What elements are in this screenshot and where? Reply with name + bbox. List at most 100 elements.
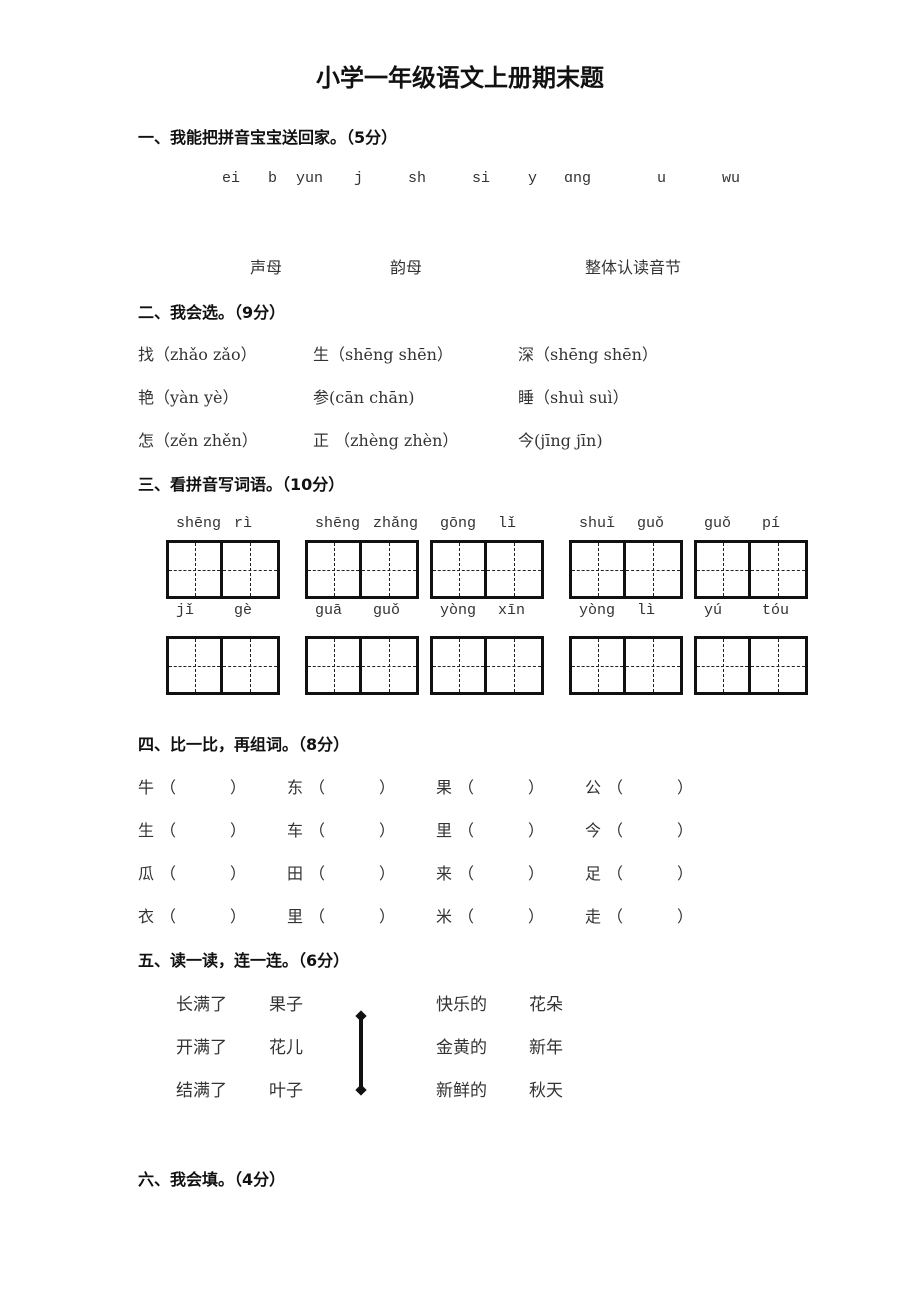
answer-blank[interactable] [478, 860, 528, 880]
open-paren: （ [607, 821, 624, 840]
writing-cell[interactable] [223, 639, 277, 692]
grid-pinyin-first: yòng [440, 602, 477, 619]
pinyin-item: y [528, 170, 538, 187]
word-char: 衣 [138, 907, 155, 926]
writing-cell[interactable] [169, 543, 223, 596]
writing-cell[interactable] [751, 639, 805, 692]
connector-dot-top [355, 1010, 367, 1022]
answer-blank[interactable] [180, 817, 230, 837]
answer-blank[interactable] [478, 774, 528, 794]
category-initials: 声母 [250, 258, 283, 277]
answer-blank[interactable] [627, 817, 677, 837]
choice-item: 睡（shuì suì） [518, 388, 629, 407]
writing-cell[interactable] [362, 639, 416, 692]
writing-cell[interactable] [487, 639, 541, 692]
grid-pinyin-second: guǒ [637, 515, 665, 532]
section-6-heading: 六、我会填。（4分） [138, 1170, 286, 1189]
close-paren: ） [677, 907, 694, 926]
answer-blank[interactable] [329, 774, 379, 794]
writing-grid[interactable] [166, 636, 280, 695]
answer-blank[interactable] [478, 817, 528, 837]
choice-item: 找（zhǎo zǎo） [138, 345, 257, 364]
page-title: 小学一年级语文上册期末题 [316, 64, 604, 92]
section-2-heading: 二、我会选。（9分） [138, 303, 286, 322]
writing-cell[interactable] [308, 639, 362, 692]
guide-line-horizontal [223, 665, 277, 667]
writing-grid[interactable] [430, 636, 544, 695]
writing-cell[interactable] [697, 543, 751, 596]
answer-blank[interactable] [180, 774, 230, 794]
close-paren: ） [230, 907, 247, 926]
guide-line-horizontal [626, 569, 680, 571]
grid-pinyin-second: tóu [762, 602, 790, 619]
open-paren: （ [309, 864, 326, 883]
open-paren: （ [458, 907, 475, 926]
close-paren: ） [379, 778, 396, 797]
writing-grid[interactable] [166, 540, 280, 599]
writing-cell[interactable] [572, 543, 626, 596]
match-right-adj: 快乐的 [436, 995, 487, 1015]
writing-grid[interactable] [305, 636, 419, 695]
section-1-heading: 一、我能把拼音宝宝送回家。（5分） [138, 128, 398, 147]
writing-cell[interactable] [433, 639, 487, 692]
writing-cell[interactable] [223, 543, 277, 596]
guide-line-horizontal [362, 569, 416, 571]
open-paren: （ [607, 778, 624, 797]
choice-item: 深（shēng shēn） [518, 345, 658, 364]
pinyin-item: j [354, 170, 364, 187]
answer-blank[interactable] [478, 903, 528, 923]
writing-cell[interactable] [362, 543, 416, 596]
close-paren: ） [677, 821, 694, 840]
answer-blank[interactable] [329, 860, 379, 880]
answer-blank[interactable] [627, 860, 677, 880]
open-paren: （ [160, 907, 177, 926]
writing-grid[interactable] [569, 636, 683, 695]
answer-blank[interactable] [329, 903, 379, 923]
close-paren: ） [230, 821, 247, 840]
writing-cell[interactable] [308, 543, 362, 596]
writing-cell[interactable] [169, 639, 223, 692]
word-char: 公 [585, 778, 602, 797]
word-char: 牛 [138, 778, 155, 797]
answer-blank[interactable] [627, 774, 677, 794]
answer-blank[interactable] [329, 817, 379, 837]
writing-cell[interactable] [626, 639, 680, 692]
category-whole-syllables: 整体认读音节 [585, 258, 682, 277]
answer-blank[interactable] [180, 860, 230, 880]
writing-grid[interactable] [430, 540, 544, 599]
close-paren: ） [677, 864, 694, 883]
match-left-verb: 长满了 [176, 995, 227, 1015]
writing-grid[interactable] [694, 540, 808, 599]
pinyin-item: sh [408, 170, 427, 187]
answer-blank[interactable] [180, 903, 230, 923]
open-paren: （ [160, 778, 177, 797]
writing-cell[interactable] [433, 543, 487, 596]
guide-line-horizontal [487, 665, 541, 667]
answer-blank[interactable] [627, 903, 677, 923]
writing-grid[interactable] [569, 540, 683, 599]
writing-grid[interactable] [694, 636, 808, 695]
guide-line-horizontal [169, 569, 220, 571]
writing-grid[interactable] [305, 540, 419, 599]
writing-cell[interactable] [751, 543, 805, 596]
guide-line-horizontal [223, 569, 277, 571]
writing-cell[interactable] [697, 639, 751, 692]
grid-pinyin-first: jǐ [176, 602, 195, 619]
connector-line [359, 1016, 363, 1090]
open-paren: （ [458, 864, 475, 883]
match-right-noun: 新年 [529, 1038, 563, 1058]
guide-line-horizontal [697, 569, 748, 571]
choice-item: 参(cān chān) [313, 388, 415, 407]
writing-cell[interactable] [487, 543, 541, 596]
grid-pinyin-second: zhǎng [373, 515, 419, 532]
writing-cell[interactable] [626, 543, 680, 596]
choice-item: 怎（zěn zhěn） [138, 431, 258, 450]
grid-pinyin-second: gè [234, 602, 253, 619]
writing-cell[interactable] [572, 639, 626, 692]
grid-pinyin-first: yòng [579, 602, 616, 619]
choice-item: 正 （zhèng zhèn） [313, 431, 459, 450]
choice-item: 生（shēng shēn） [313, 345, 453, 364]
word-char: 足 [585, 864, 602, 883]
guide-line-horizontal [433, 569, 484, 571]
grid-pinyin-first: shuǐ [579, 515, 616, 532]
